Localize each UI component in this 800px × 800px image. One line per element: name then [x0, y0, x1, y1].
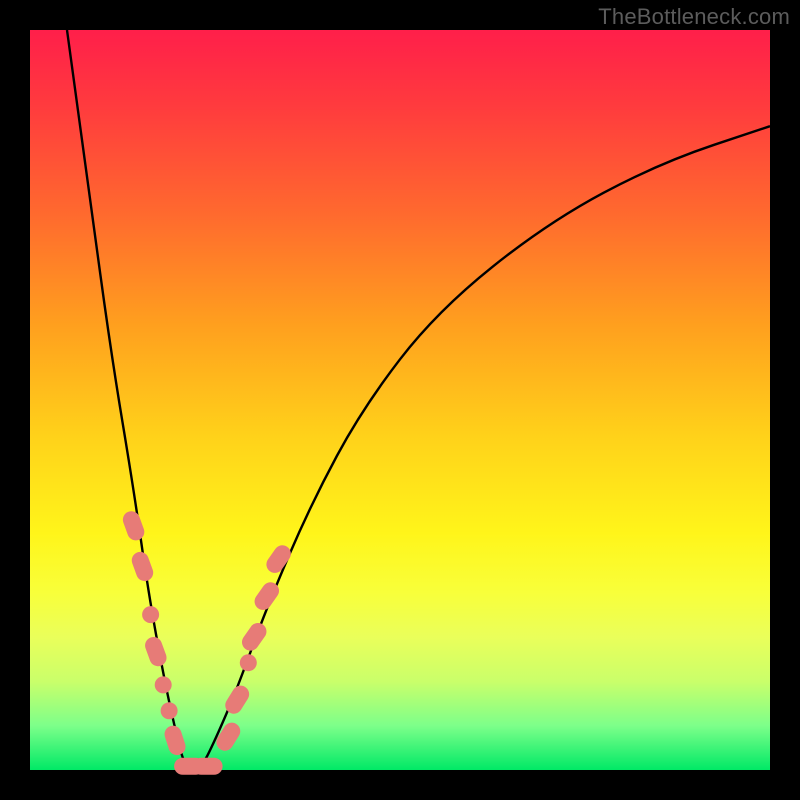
marker-dot: [155, 676, 172, 693]
marker-capsule: [263, 542, 294, 576]
marker-capsule: [193, 758, 223, 775]
chart-svg: [30, 30, 770, 770]
marker-dot: [161, 702, 178, 719]
marker-capsule: [129, 549, 155, 583]
bottleneck-curve: [67, 30, 770, 770]
marker-capsule: [162, 724, 187, 758]
marker-dot: [142, 606, 159, 623]
marker-dot: [240, 654, 257, 671]
chart-frame: TheBottleneck.com: [0, 0, 800, 800]
curve-markers: [120, 509, 294, 775]
chart-plot-area: [30, 30, 770, 770]
marker-capsule: [213, 719, 243, 753]
watermark-text: TheBottleneck.com: [598, 4, 790, 30]
marker-capsule: [143, 635, 169, 669]
marker-capsule: [239, 620, 270, 654]
marker-capsule: [120, 509, 146, 543]
